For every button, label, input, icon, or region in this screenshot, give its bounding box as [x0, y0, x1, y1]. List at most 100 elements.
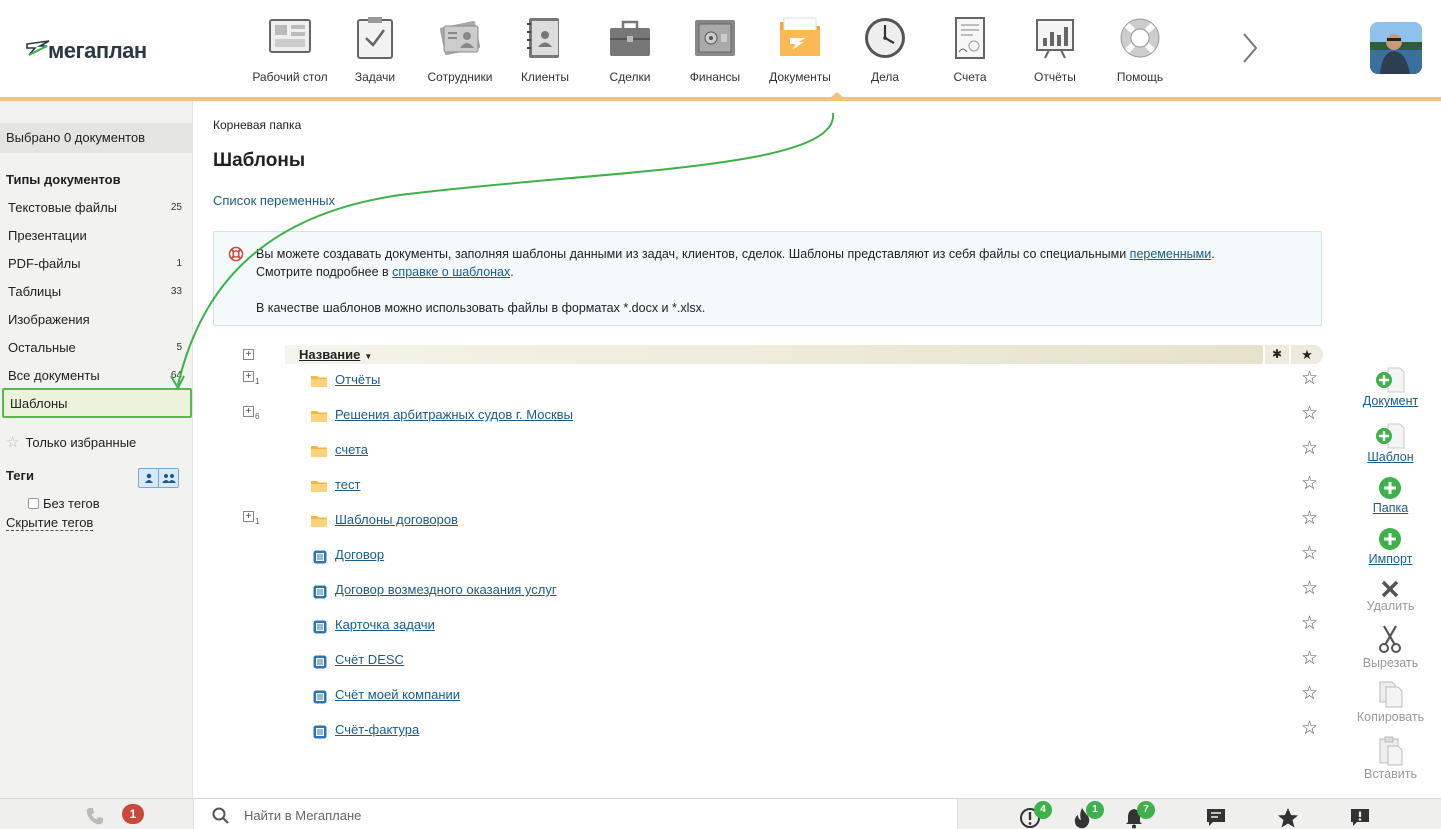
- document-type-item[interactable]: Таблицы 33: [0, 278, 186, 306]
- main-content: Корневая папка Шаблоны Список переменных…: [193, 101, 1333, 798]
- tag-view-group-button[interactable]: [159, 469, 178, 487]
- new-folder-label: Папка: [1372, 501, 1409, 515]
- favorite-column-star-icon[interactable]: ★: [1291, 345, 1323, 364]
- new-document-action[interactable]: Документ: [1340, 366, 1441, 416]
- user-avatar[interactable]: [1370, 22, 1422, 74]
- template-row: Договор возмездного оказания услуг ☆: [243, 578, 1323, 608]
- selected-documents-count: Выбрано 0 документов: [0, 123, 193, 153]
- footer-bar: 1 4 1 7: [0, 798, 1441, 829]
- row-name-link[interactable]: тест: [335, 477, 361, 492]
- favorite-star-icon[interactable]: ☆: [1301, 683, 1318, 705]
- row-name-link[interactable]: Счёт DESC: [335, 652, 404, 667]
- delete-x-icon: [1381, 580, 1399, 598]
- breadcrumb[interactable]: Корневая папка: [213, 118, 301, 132]
- name-column-label: Название: [299, 347, 361, 362]
- template-document-icon: [313, 690, 327, 704]
- info-line2-text: Смотрите подробнее в: [256, 265, 393, 279]
- row-name-link[interactable]: Договор возмездного оказания услуг: [335, 582, 557, 597]
- favorite-star-icon[interactable]: ☆: [1301, 438, 1318, 460]
- new-template-action[interactable]: Шаблон: [1340, 422, 1441, 472]
- favorite-star-icon[interactable]: ☆: [1301, 403, 1318, 425]
- favorite-star-icon[interactable]: ☆: [1301, 368, 1318, 390]
- subitems-count: 1: [255, 517, 260, 526]
- document-type-item[interactable]: Презентации: [0, 222, 186, 250]
- folder-row: +1 Отчёты ☆: [243, 368, 1323, 398]
- document-type-label: Остальные: [8, 340, 76, 355]
- favorite-star-icon[interactable]: ☆: [1301, 578, 1318, 600]
- nav-next-arrow-icon[interactable]: [1238, 30, 1262, 66]
- favorite-star-icon[interactable]: ☆: [1301, 613, 1318, 635]
- expand-row-button[interactable]: +: [243, 371, 254, 382]
- favorite-star-icon[interactable]: ☆: [1301, 543, 1318, 565]
- row-name-link[interactable]: Отчёты: [335, 372, 380, 387]
- column-settings-gear-icon[interactable]: ✱: [1265, 345, 1289, 364]
- favorite-star-icon[interactable]: ☆: [1301, 508, 1318, 530]
- top-header: мегаплан Рабочий стол Задачи Сотрудники Кли…: [0, 0, 1441, 98]
- document-type-item[interactable]: Шаблоны: [2, 388, 192, 418]
- variables-list-link[interactable]: Список переменных: [213, 193, 335, 208]
- document-type-item[interactable]: Все документы 64: [0, 362, 186, 390]
- document-type-label: Презентации: [8, 228, 87, 243]
- tag-view-single-button[interactable]: [139, 469, 159, 487]
- favorite-star-icon[interactable]: ☆: [1301, 473, 1318, 495]
- info-line1-end: .: [1211, 247, 1215, 261]
- folder-icon: [311, 481, 327, 492]
- paste-label: Вставить: [1364, 767, 1417, 781]
- clock-icon: [865, 18, 905, 58]
- favorites-only-filter[interactable]: ☆ Только избранные: [6, 433, 136, 451]
- copy-action[interactable]: Копировать: [1340, 680, 1441, 726]
- copy-icon: [1379, 681, 1403, 708]
- table-header-bar: Название ▼: [285, 345, 1263, 364]
- chat-icon[interactable]: [1205, 807, 1227, 829]
- search-input[interactable]: [244, 804, 944, 826]
- expand-row-button[interactable]: +: [243, 406, 254, 417]
- row-name-link[interactable]: Счёт моей компании: [335, 687, 460, 702]
- avatar-photo: [1370, 22, 1422, 74]
- document-type-count: 64: [170, 370, 182, 381]
- document-type-count: 33: [170, 286, 182, 297]
- megaplan-logo[interactable]: мегаплан: [26, 32, 166, 64]
- feedback-icon[interactable]: [1349, 807, 1371, 829]
- document-type-item[interactable]: Изображения: [0, 306, 186, 334]
- row-name-link[interactable]: Карточка задачи: [335, 617, 435, 632]
- no-tags-filter[interactable]: Без тегов: [28, 496, 100, 511]
- row-name-link[interactable]: Шаблоны договоров: [335, 512, 458, 527]
- no-tags-checkbox[interactable]: [28, 498, 39, 509]
- document-type-item[interactable]: PDF-файлы 1: [0, 250, 186, 278]
- import-action[interactable]: Импорт: [1340, 527, 1441, 573]
- row-name-link[interactable]: счета: [335, 442, 368, 457]
- favorite-star-icon[interactable]: ☆: [1301, 648, 1318, 670]
- paste-action[interactable]: Вставить: [1340, 736, 1441, 782]
- templates-help-link[interactable]: справке о шаблонах: [392, 265, 510, 279]
- hot-badge: 1: [1086, 801, 1104, 819]
- template-document-icon: [313, 725, 327, 739]
- page-title: Шаблоны: [213, 150, 306, 171]
- variables-help-link[interactable]: переменными: [1130, 247, 1212, 261]
- expand-row-button[interactable]: +: [243, 511, 254, 522]
- logo-text: мегаплан: [48, 38, 147, 63]
- row-name-link[interactable]: Решения арбитражных судов г. Москвы: [335, 407, 573, 422]
- favorite-star-icon[interactable]: ☆: [1301, 718, 1318, 740]
- sort-by-name-header[interactable]: Название ▼: [299, 347, 372, 362]
- person-icon: [144, 473, 153, 483]
- star-outline-icon: ☆: [6, 434, 20, 451]
- document-type-count: 5: [176, 342, 182, 353]
- hide-tags-link[interactable]: Скрытие тегов: [6, 515, 94, 531]
- row-name-link[interactable]: Договор: [335, 547, 384, 562]
- favorites-star-icon[interactable]: [1277, 807, 1299, 829]
- phone-icon[interactable]: [84, 805, 106, 827]
- new-document-icon: [1376, 367, 1405, 393]
- missed-calls-badge[interactable]: 1: [122, 804, 144, 824]
- favorites-only-label: Только избранные: [25, 435, 137, 450]
- new-folder-action[interactable]: Папка: [1340, 476, 1441, 522]
- table-header: + Название ▼ ✱ ★: [243, 345, 1323, 364]
- cut-action[interactable]: Вырезать: [1340, 624, 1441, 670]
- add-circle-icon: [1379, 528, 1401, 550]
- expand-all-button[interactable]: +: [243, 349, 254, 360]
- document-type-item[interactable]: Остальные 5: [0, 334, 186, 362]
- document-type-item[interactable]: Текстовые файлы 25: [0, 194, 186, 222]
- delete-action[interactable]: Удалить: [1340, 578, 1441, 618]
- tags-title: Теги: [6, 468, 34, 483]
- tag-view-toggle: [138, 468, 179, 488]
- row-name-link[interactable]: Счёт-фактура: [335, 722, 419, 737]
